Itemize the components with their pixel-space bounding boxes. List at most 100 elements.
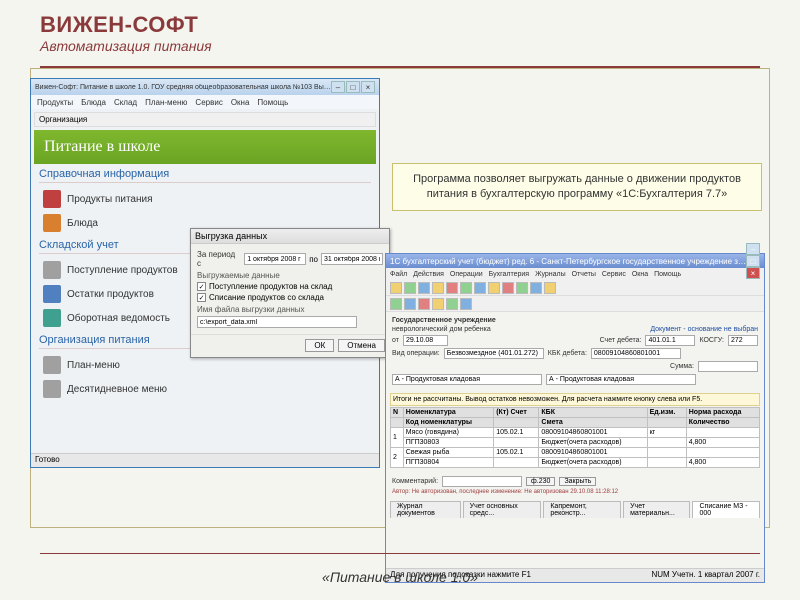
storage-input[interactable] (392, 374, 542, 385)
menu-item[interactable]: Сервис (602, 271, 626, 278)
table-row[interactable]: ПГП30804 Бюджет(очета расходов) 4,800 (391, 458, 760, 468)
toolbar-icon[interactable] (530, 282, 542, 294)
toolbar-icon[interactable] (460, 298, 472, 310)
menu-item[interactable]: Помощь (257, 98, 288, 107)
menu-item[interactable]: Блюда (81, 98, 106, 107)
toolbar-icon[interactable] (446, 282, 458, 294)
toolbar-icon[interactable] (544, 282, 556, 294)
toolbar-icon[interactable] (404, 298, 416, 310)
table-row[interactable]: 2 Свежая рыба 105.02.1 08009104860801001 (391, 448, 760, 458)
brand-title: ВИЖЕН-СОФТ (40, 12, 760, 38)
export-dialog: Выгрузка данных За период с по Выгружаем… (190, 228, 390, 358)
table-row[interactable]: 1 Мясо (говядина) 105.02.1 0800910486080… (391, 428, 760, 438)
toolbar-icon[interactable] (446, 298, 458, 310)
kbk-input[interactable] (591, 348, 681, 359)
data-grid[interactable]: N Номенклатура (Кт) Счет КБК Ед.изм. Нор… (390, 407, 760, 468)
menu-item[interactable]: Бухгалтерия (489, 271, 529, 278)
tab-journal[interactable]: Журнал документов (390, 501, 461, 518)
menu-item[interactable]: Склад (114, 98, 137, 107)
kosgu-input[interactable] (728, 335, 758, 346)
checkbox-writeoff[interactable]: ✓ (197, 293, 206, 302)
col-ed: Ед.изм. (647, 408, 686, 418)
toolbar-icon[interactable] (488, 282, 500, 294)
menu-item[interactable]: Операции (450, 271, 483, 278)
toolbar-icon[interactable] (404, 282, 416, 294)
toolbar-icon[interactable] (516, 282, 528, 294)
cancel-button[interactable]: Отмена (338, 339, 385, 352)
table-row[interactable]: ПГП30803 Бюджет(очета расходов) 4,800 (391, 438, 760, 448)
chk-label: Поступление продуктов на склад (209, 282, 332, 291)
period-label: За период с (197, 250, 241, 268)
tab-materials[interactable]: Учет материальн... (623, 501, 690, 518)
btn-close[interactable]: Закрыть (559, 477, 596, 486)
kbk-label: КБК дебета: (548, 350, 587, 357)
shelf-icon (43, 285, 61, 303)
nav-label: Поступление продуктов (67, 265, 178, 276)
close-button[interactable]: × (746, 267, 760, 279)
close-button[interactable]: × (361, 81, 375, 93)
file-path-input[interactable] (197, 316, 357, 328)
toolbar-icon[interactable] (432, 298, 444, 310)
col-name: Номенклатура (403, 408, 493, 418)
menubar-1c: Файл Действия Операции Бухгалтерия Журна… (386, 268, 764, 280)
tab-writeoff[interactable]: Списание МЗ - 000 (692, 501, 760, 518)
date-to-input[interactable] (321, 253, 383, 265)
report-icon (43, 309, 61, 327)
summa-input[interactable] (698, 361, 758, 372)
menu-item[interactable]: Журналы (535, 271, 566, 278)
col-smeta: Смета (539, 418, 647, 428)
grid-note: Итоги не рассчитаны. Вывод остатков нево… (390, 393, 760, 406)
window-title-1c: 1С бухгалтерский учет (бюджет) ред. 6 - … (390, 257, 746, 266)
menu-item[interactable]: План-меню (145, 98, 187, 107)
org-label: Государственное учреждение (392, 317, 496, 324)
date-from-input[interactable] (244, 253, 306, 265)
nav-ten-day-menu[interactable]: Десятидневное меню (39, 377, 371, 401)
export-section-label: Выгружаемые данные (197, 271, 383, 280)
acct-input[interactable] (645, 335, 695, 346)
ok-button[interactable]: ОК (305, 339, 334, 352)
menu-item[interactable]: Помощь (654, 271, 681, 278)
dialog-title: Выгрузка данных (191, 229, 389, 244)
menu-item[interactable]: Действия (413, 271, 444, 278)
window-title: Вижен-Софт: Питание в школе 1.0. ГОУ сре… (35, 84, 331, 91)
tab-repair[interactable]: Капремонт, реконстр... (543, 501, 621, 518)
menu-item[interactable]: Файл (390, 271, 407, 278)
checkbox-incoming[interactable]: ✓ (197, 282, 206, 291)
toolbar-1c (386, 280, 764, 296)
author-info: Автор: Не авторизован, последнее изменен… (392, 489, 758, 495)
storage-input-b[interactable] (546, 374, 696, 385)
toolbar-icon[interactable] (432, 282, 444, 294)
nav-products[interactable]: Продукты питания (39, 187, 371, 211)
toolbar-icon[interactable] (390, 282, 402, 294)
nav-label: Блюда (67, 218, 98, 229)
btn-f230[interactable]: ф.230 (526, 477, 555, 486)
nav-label: Продукты питания (67, 194, 153, 205)
comment-input[interactable] (442, 476, 522, 487)
plan-icon (43, 356, 61, 374)
op-label: Вид операции: (392, 350, 440, 357)
minimize-button[interactable]: – (331, 81, 345, 93)
summa-label: Сумма: (670, 363, 694, 370)
toolbar-icon[interactable] (418, 282, 430, 294)
menu-item[interactable]: Окна (632, 271, 648, 278)
menu-item[interactable]: Отчеты (572, 271, 596, 278)
kosgu-label: КОСГУ: (699, 337, 724, 344)
op-input[interactable] (444, 348, 544, 359)
toolbar-icon[interactable] (390, 298, 402, 310)
toolbar-icon[interactable] (474, 282, 486, 294)
toolbar-icon[interactable] (418, 298, 430, 310)
maximize-button[interactable]: □ (346, 81, 360, 93)
menu-item[interactable]: Продукты (37, 98, 73, 107)
toolbar-1c-2 (386, 296, 764, 312)
toolbar-icon[interactable] (502, 282, 514, 294)
maximize-button[interactable]: □ (746, 255, 760, 267)
minimize-button[interactable]: – (746, 243, 760, 255)
col-kbk: КБК (539, 408, 647, 418)
dish-icon (43, 214, 61, 232)
toolbar-icon[interactable] (460, 282, 472, 294)
date-input[interactable] (403, 335, 448, 346)
menu-item[interactable]: Сервис (195, 98, 222, 107)
tab-assets[interactable]: Учет основных средс... (463, 501, 542, 518)
menu-item[interactable]: Окна (231, 98, 250, 107)
nav-label: Остатки продуктов (67, 289, 154, 300)
